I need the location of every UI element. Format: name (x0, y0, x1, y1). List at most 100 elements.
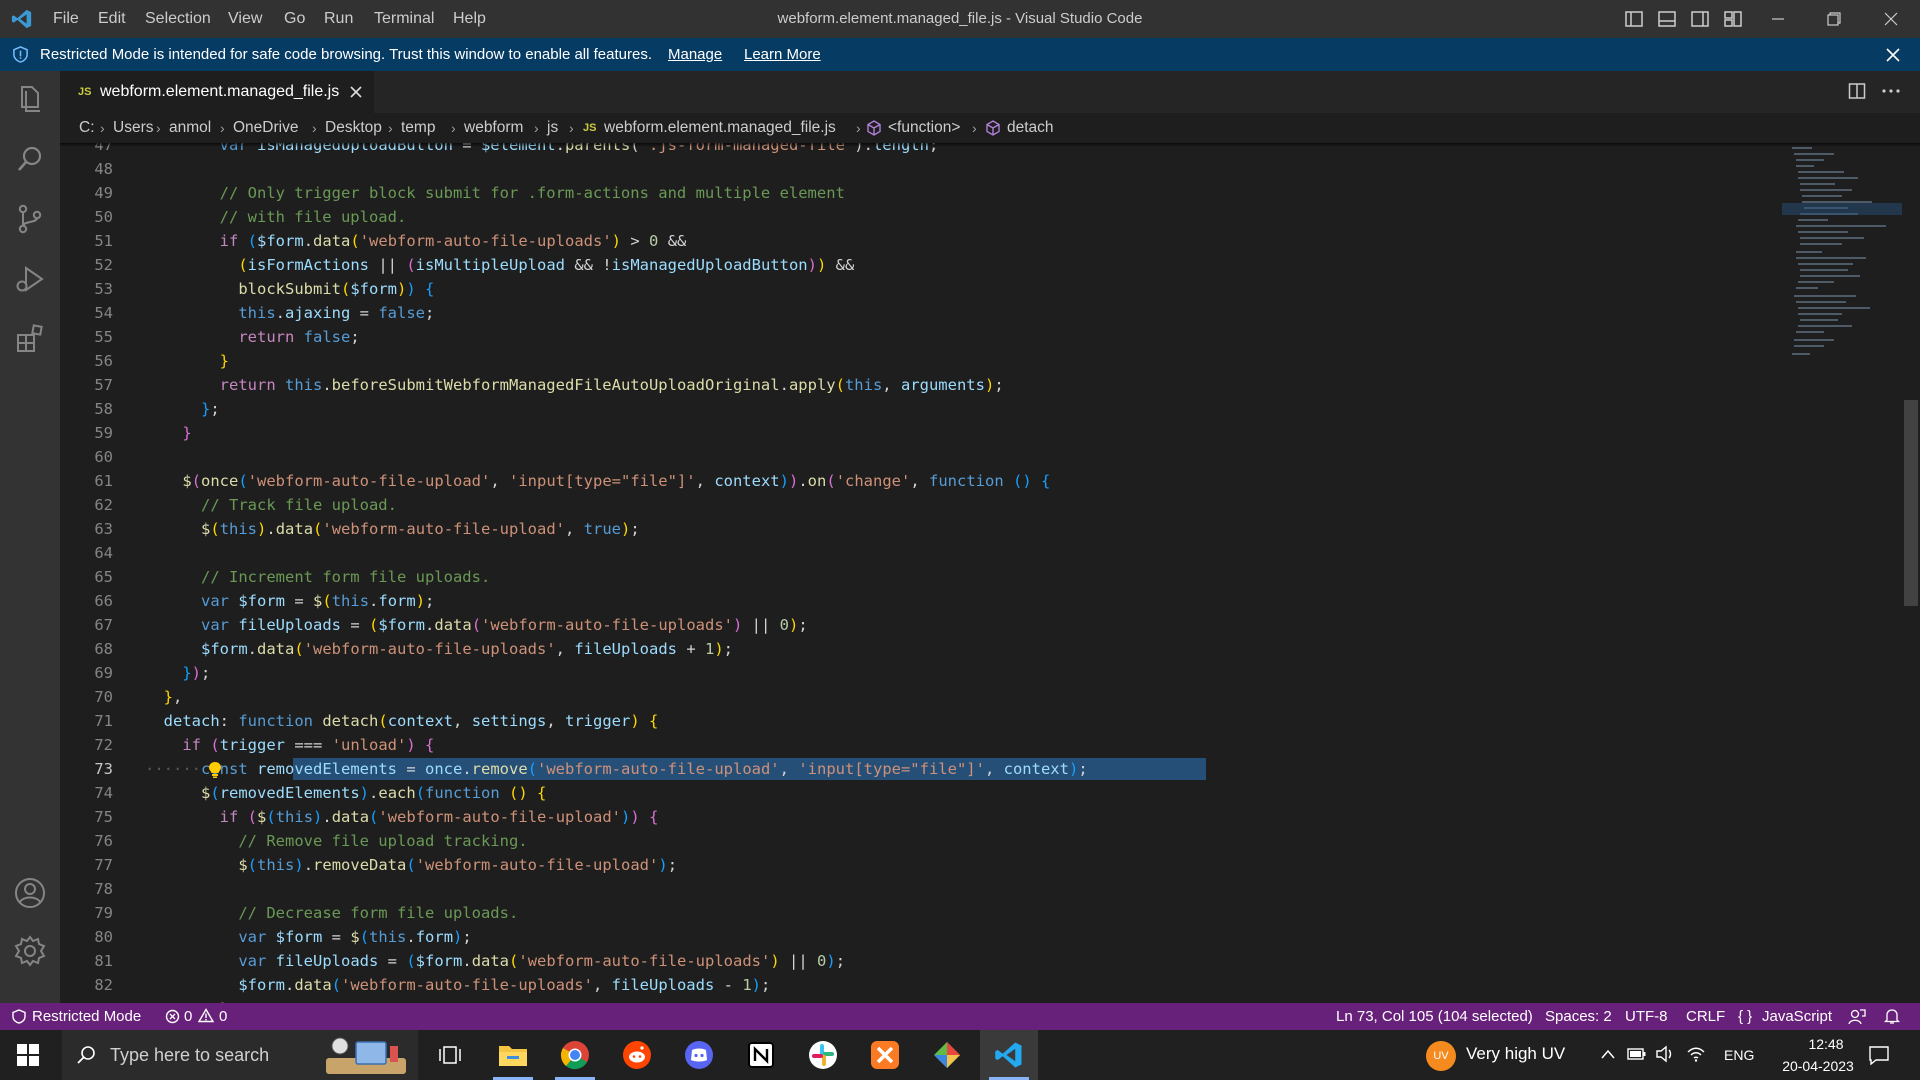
run-debug-icon[interactable] (12, 261, 48, 297)
warning-count[interactable]: 0 (219, 1003, 227, 1030)
manage-gear-icon[interactable] (12, 933, 48, 969)
code-line[interactable]: 82 $form.data('webform-auto-file-uploads… (60, 973, 1920, 997)
breadcrumb-item[interactable]: temp (401, 113, 435, 143)
code-line[interactable]: 69 }); (60, 661, 1920, 685)
toggle-secondary-sidebar-icon[interactable] (1690, 9, 1710, 29)
code-line[interactable]: 64 (60, 541, 1920, 565)
warning-icon[interactable] (198, 1008, 214, 1023)
breadcrumb-item[interactable]: OneDrive (233, 113, 298, 143)
code-line[interactable]: 51 if ($form.data('webform-auto-file-upl… (60, 229, 1920, 253)
code-line[interactable]: 68 $form.data('webform-auto-file-uploads… (60, 637, 1920, 661)
taskbar-reddit[interactable] (608, 1030, 666, 1080)
feedback-icon[interactable] (1848, 1008, 1866, 1025)
more-actions-icon[interactable] (1880, 82, 1902, 100)
source-control-icon[interactable] (12, 201, 48, 237)
battery-icon[interactable] (1627, 1047, 1647, 1061)
explorer-icon[interactable] (12, 81, 48, 117)
breadcrumb-item[interactable]: anmol (169, 113, 211, 143)
close-window-button[interactable] (1868, 0, 1914, 38)
breadcrumb-item[interactable]: js (547, 113, 558, 143)
menu-run[interactable]: Run (318, 0, 359, 38)
code-area[interactable]: 47 var isManagedUploadButton = $element.… (60, 143, 1920, 1003)
code-line[interactable]: 74 $(removedElements).each(function () { (60, 781, 1920, 805)
menu-edit[interactable]: Edit (92, 0, 132, 38)
close-tab-icon[interactable] (348, 84, 364, 100)
breadcrumb-item[interactable]: C: (79, 113, 95, 143)
clock-time[interactable]: 12:48 (1786, 1036, 1866, 1052)
toggle-panel-icon[interactable] (1657, 9, 1677, 29)
extensions-icon[interactable] (12, 321, 48, 357)
code-line[interactable]: 57 return this.beforeSubmitWebformManage… (60, 373, 1920, 397)
breadcrumb-item[interactable]: webform.element.managed_file.js (604, 113, 836, 143)
code-line[interactable]: 63 $(this).data('webform-auto-file-uploa… (60, 517, 1920, 541)
windows-start-icon[interactable] (17, 1044, 39, 1066)
menu-go[interactable]: Go (278, 0, 311, 38)
restore-button[interactable] (1811, 0, 1857, 38)
notification-center-icon[interactable] (1868, 1045, 1890, 1065)
tab-webform-element-managed-file[interactable]: JS webform.element.managed_file.js (60, 71, 374, 113)
code-line[interactable]: 52 (isFormActions || (isMultipleUpload &… (60, 253, 1920, 277)
minimize-button[interactable] (1755, 0, 1801, 38)
code-line[interactable]: 67 var fileUploads = ($form.data('webfor… (60, 613, 1920, 637)
breadcrumb-item[interactable]: detach (1007, 113, 1054, 143)
encoding[interactable]: UTF-8 (1625, 1003, 1668, 1030)
weather-uv-badge[interactable]: UV (1426, 1041, 1456, 1071)
code-line[interactable]: 70 }, (60, 685, 1920, 709)
error-count[interactable]: 0 (184, 1003, 192, 1030)
breadcrumb-item[interactable]: Users (113, 113, 153, 143)
code-line[interactable]: 72 if (trigger === 'unload') { (60, 733, 1920, 757)
code-line[interactable]: 54 this.ajaxing = false; (60, 301, 1920, 325)
split-editor-icon[interactable] (1848, 82, 1866, 100)
code-editor[interactable]: 47 var isManagedUploadButton = $element.… (60, 143, 1920, 1003)
code-line[interactable]: 49 // Only trigger block submit for .for… (60, 181, 1920, 205)
input-language[interactable]: ENG (1724, 1047, 1754, 1063)
code-line[interactable]: 80 var $form = $(this.form); (60, 925, 1920, 949)
vscode-logo-icon[interactable] (10, 8, 34, 30)
code-line[interactable]: 56 } (60, 349, 1920, 373)
code-line[interactable]: 61 $(once('webform-auto-file-upload', 'i… (60, 469, 1920, 493)
wifi-icon[interactable] (1686, 1045, 1706, 1063)
code-line[interactable]: 76 // Remove file upload tracking. (60, 829, 1920, 853)
taskbar-notion[interactable] (732, 1030, 790, 1080)
code-line[interactable]: 77 $(this).removeData('webform-auto-file… (60, 853, 1920, 877)
code-line[interactable]: 78 (60, 877, 1920, 901)
clock-date[interactable]: 20-04-2023 (1770, 1058, 1866, 1074)
task-view-button[interactable] (421, 1030, 479, 1080)
weather-status[interactable]: Very high UV (1466, 1044, 1565, 1064)
breadcrumb-item[interactable]: <function> (888, 113, 960, 143)
manage-link[interactable]: Manage (668, 38, 722, 71)
error-icon[interactable] (165, 1009, 180, 1024)
code-line[interactable]: 62 // Track file upload. (60, 493, 1920, 517)
taskbar-vscode[interactable] (980, 1030, 1038, 1080)
code-line[interactable]: 65 // Increment form file uploads. (60, 565, 1920, 589)
chevron-up-icon[interactable] (1600, 1048, 1616, 1060)
taskbar-file-explorer[interactable] (484, 1030, 542, 1080)
learn-more-link[interactable]: Learn More (744, 38, 821, 71)
breadcrumb-item[interactable]: webform (464, 113, 523, 143)
restricted-mode-status[interactable]: Restricted Mode (32, 1003, 141, 1030)
taskbar-search-box[interactable]: Type here to search (62, 1030, 418, 1080)
toggle-primary-sidebar-icon[interactable] (1624, 9, 1644, 29)
code-line[interactable]: 75 if ($(this).data('webform-auto-file-u… (60, 805, 1920, 829)
menu-view[interactable]: View (222, 0, 268, 38)
indentation[interactable]: Spaces: 2 (1545, 1003, 1612, 1030)
code-line[interactable]: 53 blockSubmit($form)) { (60, 277, 1920, 301)
cursor-position[interactable]: Ln 73, Col 105 (104 selected) (1336, 1003, 1533, 1030)
customize-layout-icon[interactable] (1723, 9, 1743, 29)
volume-icon[interactable] (1655, 1045, 1675, 1063)
taskbar-slack[interactable] (794, 1030, 852, 1080)
search-icon[interactable] (12, 141, 48, 177)
menu-selection[interactable]: Selection (139, 0, 217, 38)
line-endings[interactable]: CRLF (1686, 1003, 1725, 1030)
lightbulb-icon[interactable] (208, 761, 222, 779)
code-line[interactable]: 50 // with file upload. (60, 205, 1920, 229)
minimap[interactable] (1782, 143, 1902, 1003)
taskbar-chrome[interactable] (546, 1030, 604, 1080)
code-line[interactable]: 66 var $form = $(this.form); (60, 589, 1920, 613)
accounts-icon[interactable] (12, 875, 48, 911)
code-line[interactable]: 60 (60, 445, 1920, 469)
code-line[interactable]: 73 ······const removedElements = once.rem… (60, 757, 1920, 781)
taskbar-xampp[interactable] (856, 1030, 914, 1080)
notifications-bell-icon[interactable] (1884, 1008, 1900, 1025)
code-line[interactable]: 81 var fileUploads = ($form.data('webfor… (60, 949, 1920, 973)
